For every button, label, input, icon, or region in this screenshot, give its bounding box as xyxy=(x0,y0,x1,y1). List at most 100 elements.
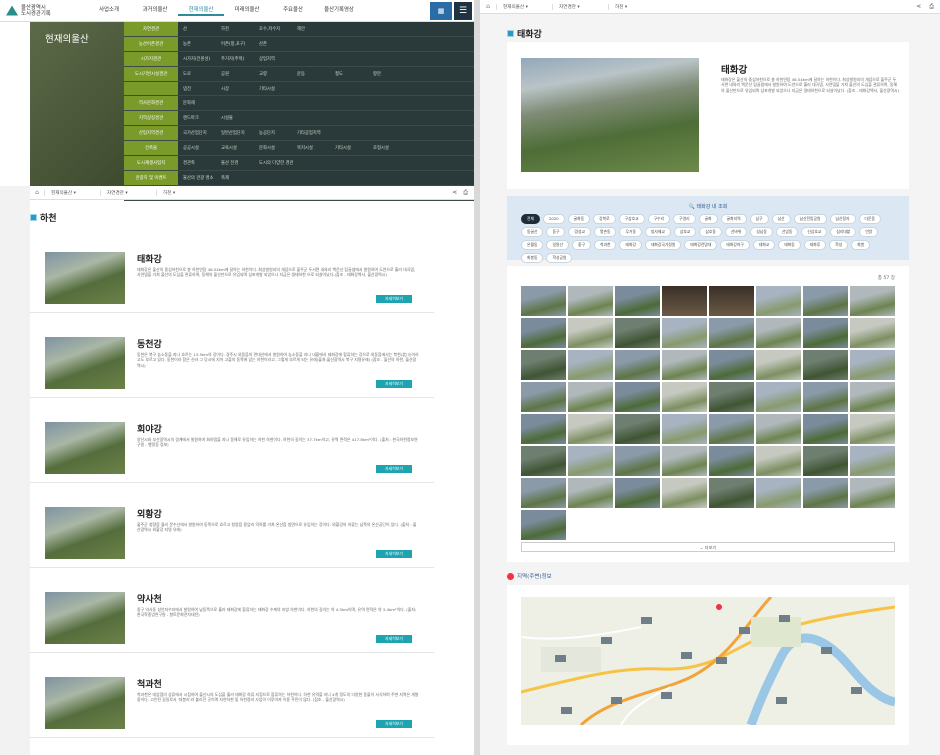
more-button[interactable]: ⌄ 더보기 xyxy=(521,542,895,552)
mega-item[interactable]: 기타시설 xyxy=(335,145,373,151)
gallery-thumbnail[interactable] xyxy=(662,478,707,508)
mega-item[interactable]: 국가산업단지 xyxy=(183,130,221,136)
mega-item[interactable]: 상업지역 xyxy=(259,56,297,62)
more-button[interactable]: 자세히보기 xyxy=(376,465,412,473)
mega-item[interactable]: 랜드마크 xyxy=(183,115,221,121)
tag-chip[interactable]: 남산정자 xyxy=(829,214,856,224)
mega-category[interactable]: 관광지 및 이벤트 xyxy=(124,170,178,185)
gallery-thumbnail[interactable] xyxy=(568,446,613,476)
tag-chip[interactable]: 태화루 xyxy=(803,240,827,250)
gallery-thumbnail[interactable] xyxy=(521,414,566,444)
breadcrumb-item[interactable]: 하천 ▾ xyxy=(608,3,664,10)
tag-chip[interactable]: 망성교 xyxy=(568,227,591,237)
gallery-thumbnail[interactable] xyxy=(756,350,801,380)
mega-item[interactable]: 철도 xyxy=(335,71,373,77)
more-button[interactable]: 자세히보기 xyxy=(376,380,412,388)
mega-item[interactable]: 도시의 다양한 경관 xyxy=(259,160,297,166)
gallery-thumbnail[interactable] xyxy=(521,446,566,476)
gallery-thumbnail[interactable] xyxy=(709,286,754,316)
gallery-thumbnail[interactable] xyxy=(615,414,660,444)
share-icon[interactable]: ⋖ xyxy=(916,3,921,11)
gallery-thumbnail[interactable] xyxy=(850,318,895,348)
mega-item[interactable]: 시가지(전원성) xyxy=(183,56,221,62)
mega-category[interactable]: 시가지경관 xyxy=(124,51,178,66)
river-name[interactable]: 회야강 xyxy=(137,422,162,435)
mega-item[interactable]: 조형시설 xyxy=(373,145,411,151)
tag-chip[interactable]: 구수리 xyxy=(647,214,671,224)
nav-item[interactable]: 사업소개 xyxy=(86,5,132,16)
mega-item[interactable]: 기타시설 xyxy=(259,86,297,92)
gallery-thumbnail[interactable] xyxy=(803,286,848,316)
gallery-thumbnail[interactable] xyxy=(709,446,754,476)
gallery-thumbnail[interactable] xyxy=(803,318,848,348)
tag-chip[interactable]: 남구 xyxy=(749,214,769,224)
tag-chip[interactable]: 삼호교 xyxy=(673,227,697,237)
gallery-thumbnail[interactable] xyxy=(662,286,707,316)
mega-item[interactable]: 공원 xyxy=(221,71,259,77)
mega-item[interactable]: 기타공업지역 xyxy=(297,130,335,136)
gallery-thumbnail[interactable] xyxy=(756,318,801,348)
gallery-thumbnail[interactable] xyxy=(615,382,660,412)
tag-chip[interactable]: 화봉동 xyxy=(521,253,544,263)
river-photo[interactable] xyxy=(45,592,125,644)
gallery-thumbnail[interactable] xyxy=(709,318,754,348)
gallery-thumbnail[interactable] xyxy=(662,318,707,348)
tag-chip[interactable]: 언양 xyxy=(859,227,879,237)
mega-item[interactable]: 농공단지 xyxy=(259,130,297,136)
tag-chip[interactable]: 선바위 xyxy=(724,227,748,237)
tag-chip[interactable]: 성남동 xyxy=(750,227,773,237)
river-photo[interactable] xyxy=(45,677,125,729)
tag-chip[interactable]: 태화교 xyxy=(752,240,776,250)
gallery-thumbnail[interactable] xyxy=(521,478,566,508)
gallery-thumbnail[interactable] xyxy=(568,286,613,316)
tag-chip[interactable]: 동구 xyxy=(546,227,566,237)
river-name[interactable]: 척과천 xyxy=(137,677,162,690)
river-name[interactable]: 동천강 xyxy=(137,337,162,350)
mega-item[interactable]: 교량 xyxy=(259,71,297,77)
nav-item[interactable]: 주요울산 xyxy=(270,5,316,16)
gallery-thumbnail[interactable] xyxy=(709,478,754,508)
gallery-thumbnail[interactable] xyxy=(615,350,660,380)
mega-item[interactable]: 도로 xyxy=(183,71,221,77)
gallery-thumbnail[interactable] xyxy=(850,350,895,380)
mega-item[interactable]: 울산의 관광 명소 xyxy=(183,175,221,181)
mega-category[interactable]: 역사문화경관 xyxy=(124,96,178,111)
mega-item[interactable]: 댐전 xyxy=(183,86,221,92)
gallery-thumbnail[interactable] xyxy=(803,350,848,380)
breadcrumb-item[interactable]: 자연경관 ▾ xyxy=(100,189,156,196)
tag-chip[interactable]: 다운동 xyxy=(858,214,882,224)
mega-item[interactable]: 하천 xyxy=(221,26,259,32)
nav-item-active[interactable]: 현재의울산 xyxy=(178,5,224,16)
mega-item[interactable]: 경관축 xyxy=(183,160,221,166)
gallery-thumbnail[interactable] xyxy=(803,478,848,508)
mega-item[interactable]: 교육시설 xyxy=(221,145,259,151)
tag-chip[interactable]: 화봉 xyxy=(851,240,871,250)
breadcrumb-item[interactable]: 현재의울산 ▾ xyxy=(44,189,100,196)
gallery-thumbnail[interactable] xyxy=(756,478,801,508)
tag-chip[interactable]: 방사제교 xyxy=(644,227,671,237)
mega-item[interactable]: 주거지(주택) xyxy=(221,56,259,62)
nav-item[interactable]: 과거의울산 xyxy=(132,5,178,16)
gallery-thumbnail[interactable] xyxy=(709,382,754,412)
river-photo[interactable] xyxy=(45,252,125,304)
mega-item[interactable]: 문화재 xyxy=(183,100,221,106)
share-icon[interactable]: ⋖ xyxy=(452,189,457,197)
mega-item[interactable]: 산 xyxy=(183,26,221,32)
more-button[interactable]: 자세히보기 xyxy=(376,720,412,728)
gallery-thumbnail[interactable] xyxy=(662,382,707,412)
gallery-thumbnail[interactable] xyxy=(568,350,613,380)
tag-chip[interactable]: 명촌동 xyxy=(593,227,617,237)
mega-item[interactable]: 해안 xyxy=(297,26,335,32)
river-photo[interactable] xyxy=(45,507,125,559)
tag-chip[interactable]: 신삼호교 xyxy=(801,227,828,237)
mega-item[interactable]: 산촌 xyxy=(259,41,297,47)
tag-chip[interactable]: 구영리 xyxy=(673,214,696,224)
gallery-thumbnail[interactable] xyxy=(662,350,707,380)
tag-chip[interactable]: 전체 xyxy=(521,214,540,224)
river-name[interactable]: 약사천 xyxy=(137,592,162,605)
gallery-thumbnail[interactable] xyxy=(709,350,754,380)
gallery-thumbnail[interactable] xyxy=(615,318,660,348)
mega-item[interactable]: 시장 xyxy=(221,86,259,92)
mega-item[interactable]: 울산 전경 xyxy=(221,160,259,166)
tag-chip[interactable]: 굴화 xyxy=(698,214,718,224)
